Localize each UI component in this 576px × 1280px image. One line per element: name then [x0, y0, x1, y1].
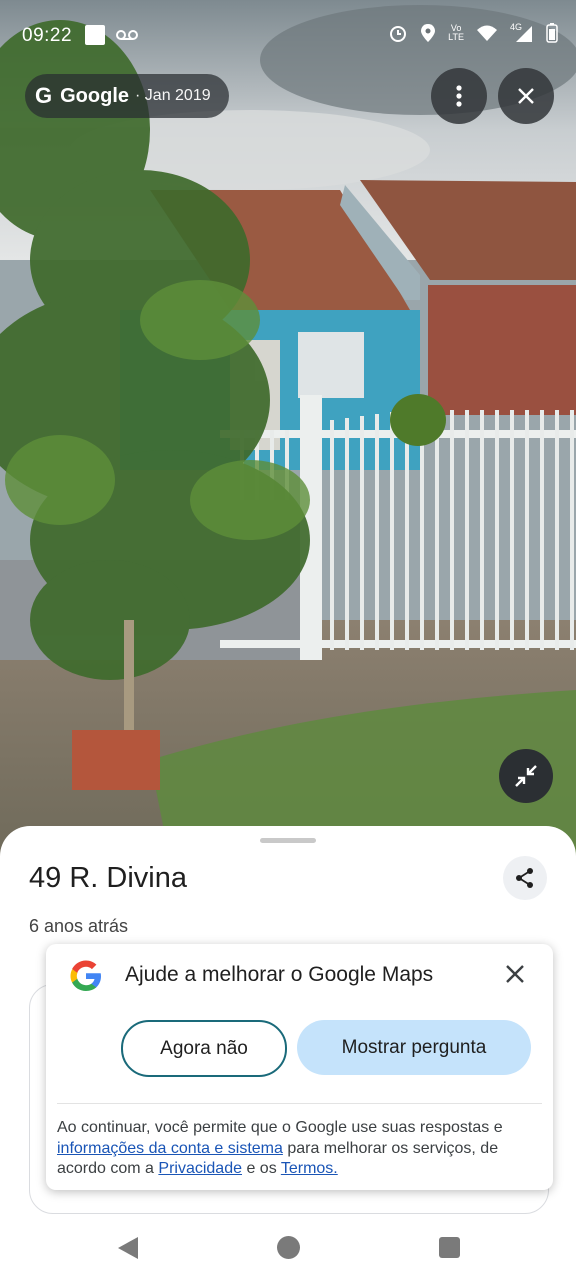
recents-icon[interactable] [439, 1237, 460, 1258]
share-icon [516, 868, 533, 888]
google-logo-icon [70, 960, 101, 991]
imagery-attribution[interactable]: G Google · Jan 2019 [25, 74, 229, 118]
status-time: 09:22 [22, 25, 73, 46]
imagery-age: 6 anos atrás [29, 916, 129, 936]
home-icon[interactable] [277, 1236, 300, 1259]
legal-text-part: Ao continuar, você permite que o Google … [57, 1119, 503, 1136]
attribution-brand: Google [60, 84, 130, 107]
not-now-button[interactable]: Agora não [121, 1020, 287, 1077]
share-button[interactable] [503, 856, 547, 900]
signal-4g-icon: 4G [510, 23, 534, 43]
legal-text-part: e os [242, 1160, 281, 1177]
terms-link[interactable]: Termos. [281, 1160, 338, 1177]
more-options-button[interactable] [431, 68, 487, 124]
place-title: 49 R. Divina [29, 862, 187, 894]
collapse-view-button[interactable] [499, 749, 553, 803]
more-vert-icon [456, 85, 462, 107]
street-view-scene [0, 0, 576, 860]
square-notification-icon [85, 25, 105, 45]
legal-text: Ao continuar, você permite que o Google … [57, 1118, 543, 1180]
collapse-icon [515, 765, 537, 787]
account-system-info-link[interactable]: informações da conta e sistema [57, 1140, 283, 1157]
google-g-icon: G [35, 83, 53, 108]
volte-bottom-text: LTE [448, 32, 464, 42]
volte-icon: Vo LTE [448, 24, 464, 42]
wifi-icon [477, 25, 497, 41]
system-navigation-bar [0, 1214, 576, 1280]
imagery-date: · Jan 2019 [135, 87, 211, 104]
dialog-close-button[interactable] [501, 960, 529, 988]
back-icon[interactable] [117, 1236, 139, 1260]
battery-icon [546, 23, 558, 43]
drag-handle[interactable] [260, 838, 316, 843]
feedback-prompt-card: Ajude a melhorar o Google Maps Agora não… [46, 944, 553, 1190]
street-view-image[interactable] [0, 0, 576, 860]
privacy-link[interactable]: Privacidade [158, 1160, 242, 1177]
voicemail-icon [116, 30, 138, 40]
status-bar: 09:22 Vo LTE 4G [0, 0, 576, 70]
alarm-icon [390, 26, 407, 42]
dialog-title: Ajude a melhorar o Google Maps [125, 963, 434, 986]
show-question-button[interactable]: Mostrar pergunta [297, 1020, 531, 1075]
dialog-divider [57, 1103, 542, 1104]
location-icon [421, 24, 436, 42]
close-icon [506, 965, 524, 983]
close-icon [518, 88, 534, 104]
close-street-view-button[interactable] [498, 68, 554, 124]
